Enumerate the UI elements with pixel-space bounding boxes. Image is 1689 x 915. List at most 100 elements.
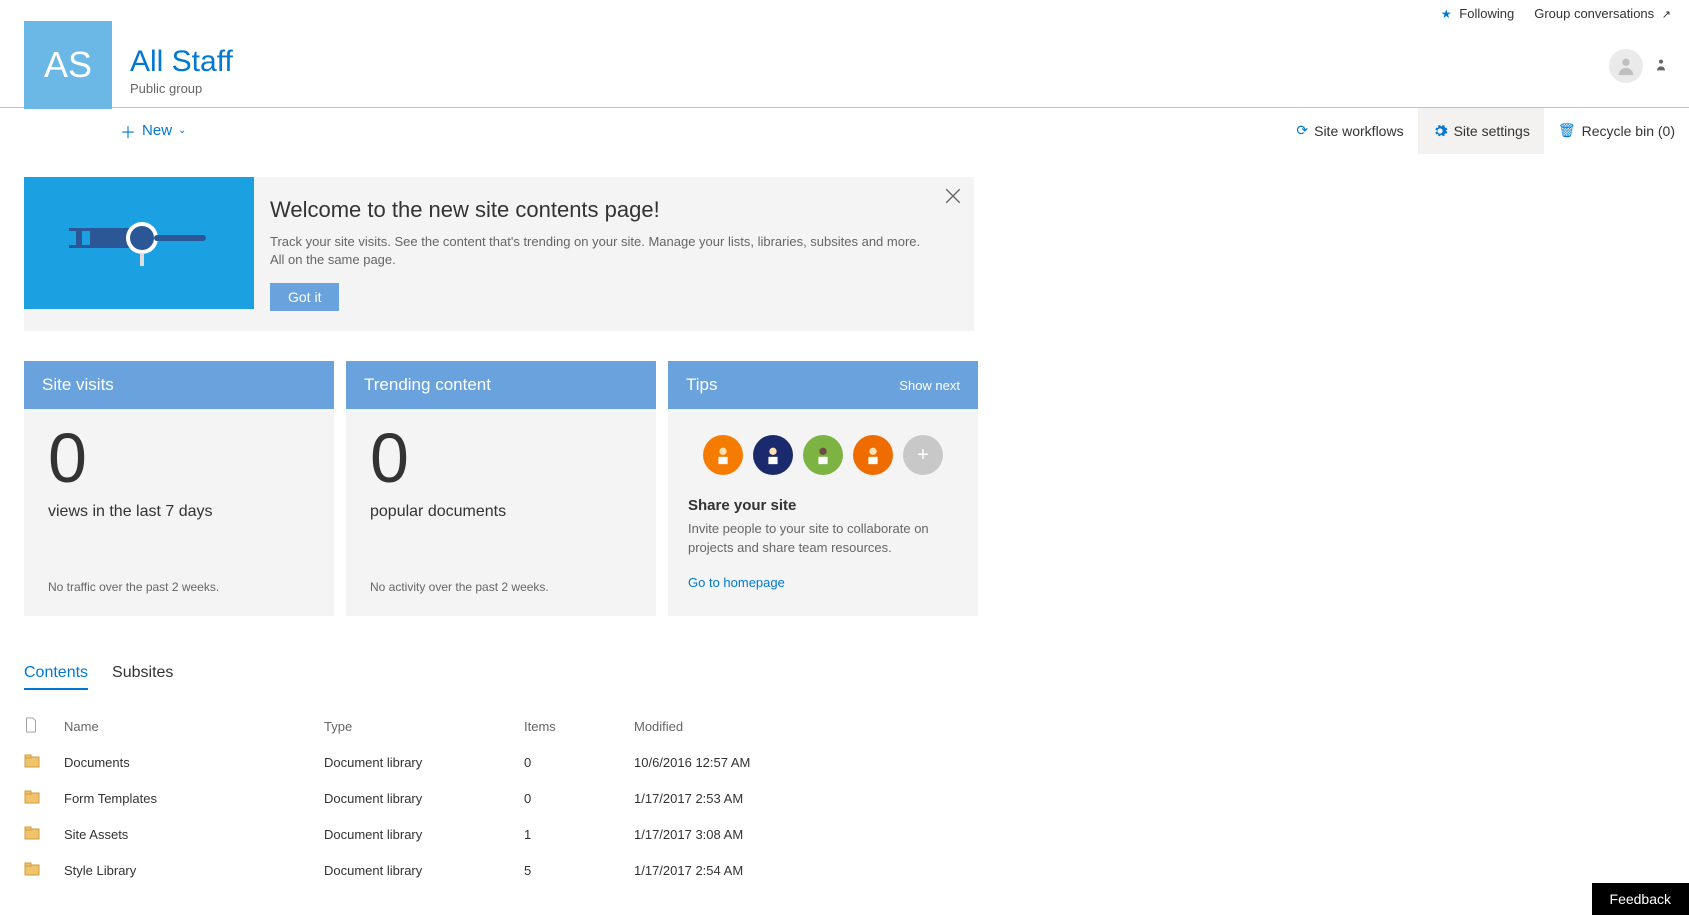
tip-avatar-1 — [703, 435, 743, 475]
row-name[interactable]: Documents — [64, 755, 324, 770]
refresh-icon: ⟳ — [1296, 122, 1308, 139]
content-tabs: Contents Subsites — [24, 664, 1665, 690]
tab-subsites[interactable]: Subsites — [112, 664, 173, 690]
following-label: Following — [1459, 6, 1514, 21]
trending-card: Trending content 0 popular documents No … — [346, 361, 656, 616]
row-type: Document library — [324, 863, 524, 878]
user-area — [1609, 21, 1677, 83]
group-conversations-link[interactable]: Group conversations ↗ — [1534, 6, 1671, 21]
tips-homepage-link[interactable]: Go to homepage — [688, 575, 958, 590]
library-icon — [24, 862, 64, 879]
col-type[interactable]: Type — [324, 719, 524, 734]
list-header: Name Type Items Modified — [24, 708, 1665, 744]
row-modified: 1/17/2017 3:08 AM — [634, 827, 934, 842]
welcome-text: Track your site visits. See the content … — [270, 233, 934, 269]
tip-avatar-4 — [853, 435, 893, 475]
table-row[interactable]: Style Library Document library 5 1/17/20… — [24, 852, 1665, 888]
site-visits-card: Site visits 0 views in the last 7 days N… — [24, 361, 334, 616]
row-name[interactable]: Style Library — [64, 863, 324, 878]
site-settings-label: Site settings — [1454, 123, 1530, 139]
star-icon: ★ — [1441, 7, 1452, 21]
site-visits-mid: views in the last 7 days — [48, 503, 310, 521]
row-items: 1 — [524, 827, 634, 842]
members-icon[interactable] — [1653, 57, 1669, 76]
row-modified: 10/6/2016 12:57 AM — [634, 755, 934, 770]
site-settings-button[interactable]: Site settings — [1418, 108, 1544, 154]
welcome-art — [24, 177, 254, 309]
chevron-down-icon: ⌄ — [178, 125, 186, 136]
external-link-icon: ↗ — [1662, 9, 1671, 21]
col-name[interactable]: Name — [64, 719, 324, 734]
site-title[interactable]: All Staff — [130, 45, 1609, 79]
user-avatar[interactable] — [1609, 49, 1643, 83]
welcome-banner: Welcome to the new site contents page! T… — [24, 177, 974, 331]
row-modified: 1/17/2017 2:54 AM — [634, 863, 934, 878]
library-icon — [24, 790, 64, 807]
command-bar: ＋ New ⌄ ⟳ Site workflows Site settings 🗑… — [0, 107, 1689, 153]
row-modified: 1/17/2017 2:53 AM — [634, 791, 934, 806]
new-button[interactable]: ＋ New ⌄ — [120, 119, 186, 143]
trending-title: Trending content — [364, 375, 491, 395]
site-logo[interactable]: AS — [24, 21, 112, 109]
welcome-gotit-button[interactable]: Got it — [270, 283, 339, 311]
contents-list: Name Type Items Modified Documents Docum… — [24, 708, 1665, 888]
table-row[interactable]: Documents Document library 0 10/6/2016 1… — [24, 744, 1665, 780]
group-conversations-label: Group conversations — [1534, 6, 1654, 21]
tips-avatars: + — [688, 435, 958, 475]
dashboard-cards: Site visits 0 views in the last 7 days N… — [24, 361, 994, 616]
card-head-trending: Trending content — [346, 361, 656, 409]
tips-share-title: Share your site — [688, 497, 958, 514]
tips-show-next[interactable]: Show next — [899, 378, 960, 393]
table-row[interactable]: Form Templates Document library 0 1/17/2… — [24, 780, 1665, 816]
site-subtitle: Public group — [130, 81, 1609, 96]
site-visits-value: 0 — [48, 423, 310, 493]
site-header: AS All Staff Public group — [0, 21, 1689, 109]
tip-avatar-3 — [803, 435, 843, 475]
row-name[interactable]: Site Assets — [64, 827, 324, 842]
close-icon — [944, 187, 962, 205]
feedback-button[interactable]: Feedback — [1592, 883, 1689, 915]
site-workflows-label: Site workflows — [1314, 123, 1403, 139]
row-items: 5 — [524, 863, 634, 878]
library-icon — [24, 754, 64, 771]
table-row[interactable]: Site Assets Document library 1 1/17/2017… — [24, 816, 1665, 852]
row-type: Document library — [324, 791, 524, 806]
card-head-visits: Site visits — [24, 361, 334, 409]
gear-icon — [1432, 123, 1448, 139]
recycle-bin-button[interactable]: 🗑 Recycle bin (0) — [1544, 108, 1689, 154]
trash-icon: 🗑 — [1558, 122, 1576, 139]
row-type: Document library — [324, 755, 524, 770]
trending-mid: popular documents — [370, 503, 632, 521]
col-modified[interactable]: Modified — [634, 719, 934, 734]
following-link[interactable]: ★ Following — [1441, 6, 1514, 21]
tips-title-head: Tips — [686, 375, 718, 395]
main-content: Welcome to the new site contents page! T… — [0, 153, 1689, 912]
tips-card: Tips Show next + Share your site Invite … — [668, 361, 978, 616]
row-items: 0 — [524, 755, 634, 770]
file-icon — [24, 717, 64, 736]
row-name[interactable]: Form Templates — [64, 791, 324, 806]
new-button-label: New — [142, 122, 172, 139]
trending-foot: No activity over the past 2 weeks. — [370, 580, 632, 594]
library-icon — [24, 826, 64, 843]
col-items[interactable]: Items — [524, 719, 634, 734]
site-visits-title: Site visits — [42, 375, 114, 395]
tips-share-text: Invite people to your site to collaborat… — [688, 520, 958, 556]
row-items: 0 — [524, 791, 634, 806]
site-logo-initials: AS — [44, 44, 92, 86]
site-title-block: All Staff Public group — [130, 21, 1609, 96]
site-workflows-button[interactable]: ⟳ Site workflows — [1282, 108, 1417, 154]
tip-avatar-add[interactable]: + — [903, 435, 943, 475]
row-type: Document library — [324, 827, 524, 842]
welcome-close-button[interactable] — [944, 187, 962, 205]
welcome-title: Welcome to the new site contents page! — [270, 197, 934, 223]
top-actions-bar: ★ Following Group conversations ↗ — [0, 0, 1689, 21]
tip-avatar-2 — [753, 435, 793, 475]
site-visits-foot: No traffic over the past 2 weeks. — [48, 580, 310, 594]
plus-icon: ＋ — [120, 119, 136, 143]
recycle-bin-label: Recycle bin (0) — [1582, 123, 1675, 139]
trending-value: 0 — [370, 423, 632, 493]
card-head-tips: Tips Show next — [668, 361, 978, 409]
tab-contents[interactable]: Contents — [24, 664, 88, 690]
paint-roller-icon — [64, 208, 214, 278]
